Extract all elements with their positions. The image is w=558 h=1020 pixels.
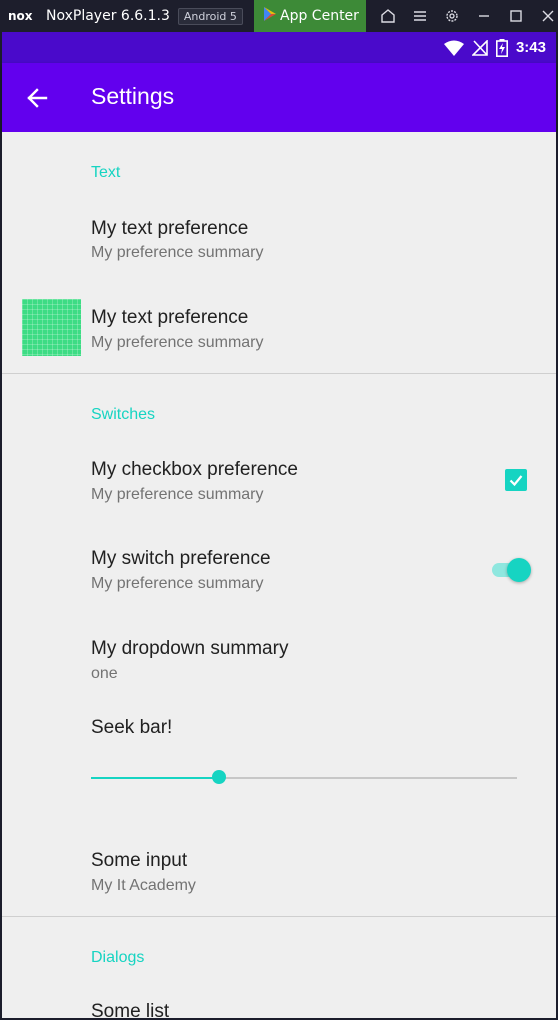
emulator-title: NoxPlayer 6.6.1.3 [46, 8, 170, 24]
checkbox-checked[interactable] [505, 469, 527, 491]
settings-list[interactable]: Text My text preference My preference su… [2, 132, 556, 1018]
category-header-dialogs: Dialogs [91, 949, 145, 966]
seekbar-title: Seek bar! [91, 717, 173, 738]
preference-title: My text preference [91, 218, 249, 239]
preference-title: My checkbox preference [91, 459, 298, 480]
preference-title: My switch preference [91, 548, 271, 569]
android-version-badge: Android 5 [177, 7, 243, 25]
minimize-icon[interactable] [468, 0, 500, 32]
page-title: Settings [91, 83, 175, 109]
seek-bar[interactable] [91, 770, 517, 784]
menu-icon[interactable] [404, 0, 436, 32]
home-outline-icon[interactable] [372, 0, 404, 32]
dropdown-preference-item[interactable] [2, 622, 556, 702]
app-center-button[interactable]: App Center [254, 0, 366, 32]
seek-bar-progress [91, 777, 219, 779]
emulator-window: nox NoxPlayer 6.6.1.3 Android 5 App Cent… [0, 0, 558, 1020]
close-icon[interactable] [532, 0, 558, 32]
category-header-switches: Switches [91, 406, 156, 423]
checkbox-preference-item[interactable] [2, 442, 556, 522]
gear-icon[interactable] [436, 0, 468, 32]
seek-bar-thumb[interactable] [211, 770, 226, 784]
preference-title: Some list [91, 1001, 170, 1018]
preference-title: My text preference [91, 307, 249, 328]
preference-summary: My preference summary [91, 486, 264, 503]
preference-summary: My preference summary [91, 334, 264, 351]
battery-charging-icon [495, 38, 508, 57]
status-time: 3:43 [515, 39, 546, 56]
back-button[interactable] [22, 83, 52, 113]
emulator-title-bar: nox NoxPlayer 6.6.1.3 Android 5 App Cent… [0, 0, 558, 32]
preference-summary: one [91, 665, 118, 682]
section-divider [2, 373, 556, 374]
nox-logo: nox [8, 9, 40, 23]
switch-preference-item[interactable] [2, 532, 556, 612]
app-center-label: App Center [280, 8, 359, 24]
preference-title: Some input [91, 850, 188, 871]
category-header-text: Text [91, 164, 121, 181]
text-preference-item[interactable]: My text preference My preference summary [2, 204, 556, 284]
check-icon [509, 475, 523, 487]
preference-summary: My preference summary [91, 575, 264, 592]
svg-text:nox: nox [8, 10, 33, 22]
preference-title: My dropdown summary [91, 638, 289, 659]
preference-summary: My preference summary [91, 244, 264, 261]
wifi-icon [443, 40, 464, 56]
no-signal-icon [471, 39, 488, 56]
maximize-icon[interactable] [500, 0, 532, 32]
app-toolbar: Settings [2, 63, 556, 132]
text-preference-with-icon-item[interactable] [2, 284, 556, 374]
input-preference-item[interactable] [2, 832, 556, 912]
switch-thumb[interactable] [507, 558, 531, 582]
arrow-back-icon [27, 88, 48, 108]
play-store-icon [264, 7, 276, 25]
preference-summary: My It Academy [91, 877, 196, 894]
android-status-bar: 3:43 [2, 32, 556, 63]
list-preference-item[interactable] [2, 982, 556, 1018]
section-divider [2, 916, 556, 917]
app-launcher-icon [22, 299, 81, 356]
